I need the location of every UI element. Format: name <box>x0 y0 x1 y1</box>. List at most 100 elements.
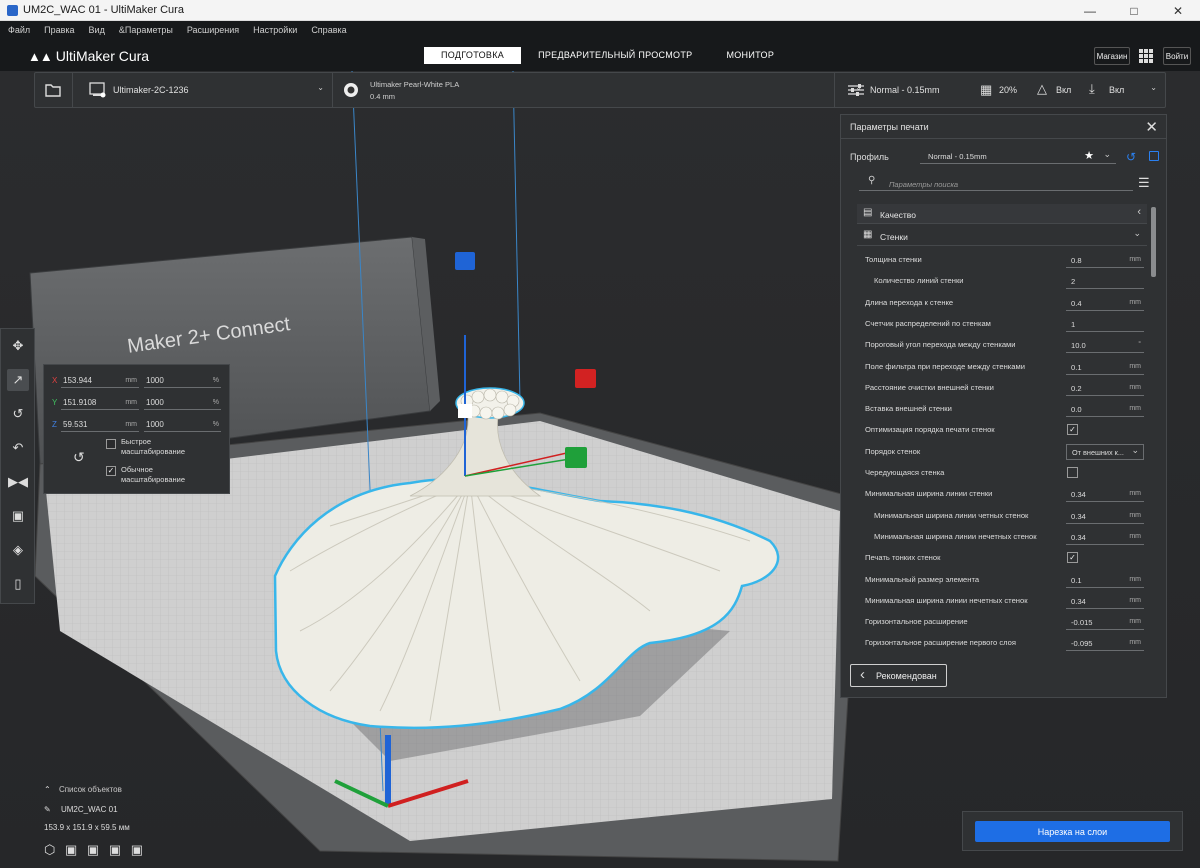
slice-button[interactable]: Нарезка на слои <box>975 821 1170 842</box>
axis-y-label: Y <box>52 398 58 407</box>
setting-input[interactable]: 2 <box>1066 272 1144 290</box>
menu-settings[interactable]: &Параметры <box>119 25 173 35</box>
chevron-down-icon: ⌄ <box>317 83 324 92</box>
gizmo-y-handle <box>565 447 587 468</box>
object-list-header: Список объектов <box>58 785 122 794</box>
setting-input[interactable]: -0.015 mm <box>1066 613 1144 631</box>
open-file-button[interactable] <box>35 73 73 107</box>
setting-value: -0.015 <box>1071 618 1093 628</box>
object-name-row[interactable]: ✎ UM2C_WAC 01 <box>44 805 118 814</box>
view-front-icon[interactable]: ▣ <box>65 842 77 857</box>
minimize-button[interactable]: — <box>1068 0 1112 21</box>
object-list-toggle[interactable]: ⌃ Список объектов <box>44 785 122 794</box>
menu-preferences[interactable]: Настройки <box>253 25 297 35</box>
setting-input[interactable]: 0.8 mm <box>1066 251 1144 268</box>
view-top-icon[interactable]: ▣ <box>87 842 99 857</box>
setting-value: 0.1 <box>1071 575 1082 585</box>
category-quality[interactable]: ▤ Качество ‹ <box>857 204 1147 224</box>
scale-y-pct-input[interactable]: 1000% <box>144 396 221 410</box>
scale-x-mm-input[interactable]: 153.944 mm <box>61 374 139 388</box>
cylinder-icon[interactable]: ▯ <box>7 573 29 595</box>
setting-checkbox[interactable]: ✓ <box>1067 424 1078 436</box>
signin-button[interactable]: Войти <box>1163 47 1191 65</box>
tab-monitor[interactable]: МОНИТОР <box>709 47 791 64</box>
settings-menu-icon[interactable]: ☰ <box>1138 175 1150 191</box>
setting-input[interactable]: 1 <box>1066 315 1144 332</box>
tab-preview[interactable]: ПРЕДВАРИТЕЛЬНЫЙ ПРОСМОТР <box>521 47 709 64</box>
scale-y-mm-input[interactable]: 151.9108 mm <box>61 396 139 410</box>
print-settings-panel: Параметры печати ✕ Профиль Normal - 0.15… <box>840 114 1167 698</box>
setting-select[interactable]: От внешних к... ⌄ <box>1066 443 1144 460</box>
setting-input[interactable]: -0.095 mm <box>1066 634 1144 652</box>
tab-prepare[interactable]: ПОДГОТОВКА <box>424 47 522 64</box>
settings-search-input[interactable]: ⚲ Параметры поиска <box>859 175 1133 191</box>
uniform-scaling-checkbox[interactable]: ✓ <box>106 466 116 476</box>
move-tool-icon[interactable]: ✥ <box>7 335 29 357</box>
setting-input[interactable]: 0.34 mm <box>1066 485 1144 503</box>
setting-input[interactable]: 0.4 mm <box>1066 294 1144 311</box>
setting-input[interactable]: 0.1 mm <box>1066 358 1144 375</box>
save-profile-icon[interactable] <box>1149 151 1159 161</box>
printer-selector[interactable]: Ultimaker-2C-1236 ⌄ <box>79 73 333 107</box>
setting-input[interactable]: 0.2 mm <box>1066 379 1144 396</box>
apps-grid-icon[interactable] <box>1139 49 1153 63</box>
panel-header: Параметры печати ✕ <box>841 115 1166 139</box>
menu-help[interactable]: Справка <box>311 25 346 35</box>
marketplace-button[interactable]: Магазин <box>1094 47 1130 65</box>
recommended-button[interactable]: ‹ Рекомендован <box>850 664 947 687</box>
view-3d-icon[interactable]: ⬡ <box>44 842 55 857</box>
close-icon[interactable]: ✕ <box>1145 118 1158 136</box>
setting-label: Порядок стенок <box>865 446 921 456</box>
setting-input[interactable]: 0.34 mm <box>1066 507 1144 524</box>
support-blocker-icon[interactable]: ◈ <box>7 539 29 561</box>
menu-view[interactable]: Вид <box>89 25 105 35</box>
per-model-settings-icon[interactable]: ▣ <box>7 505 29 527</box>
setting-input[interactable]: 0.0 mm <box>1066 400 1144 418</box>
setting-checkbox[interactable] <box>1067 467 1078 478</box>
material-selector[interactable]: Ultimaker Pearl-White PLA 0.4 mm ⌄ <box>335 73 862 107</box>
folder-icon <box>45 84 61 97</box>
setting-input[interactable]: 10.0 ° <box>1066 336 1144 354</box>
view-left-icon[interactable]: ▣ <box>109 842 121 857</box>
setting-label: Печать тонких стенок <box>865 553 941 563</box>
close-window-button[interactable]: ✕ <box>1156 0 1200 21</box>
settings-scrollbar[interactable] <box>1151 207 1156 277</box>
chevron-down-icon: ⌄ <box>1133 228 1141 238</box>
snap-scaling-label: Быстрое масштабирование <box>121 437 186 456</box>
profile-dropdown[interactable]: Normal - 0.15mm ★ ⌄ <box>920 148 1116 164</box>
chevron-left-icon: ‹ <box>860 666 865 683</box>
setting-value: 0.34 <box>1071 532 1086 542</box>
reset-rotation-icon[interactable]: ↶ <box>7 437 29 459</box>
reset-scale-icon[interactable]: ↺ <box>73 449 85 466</box>
quality-icon: ▤ <box>863 207 873 218</box>
star-icon[interactable]: ★ <box>1084 149 1094 162</box>
menu-edit[interactable]: Правка <box>44 25 74 35</box>
window-title: UM2C_WAC 01 - UltiMaker Cura <box>23 4 184 16</box>
left-toolbar: ✥ ↗ ↺ ↶ ▶◀ ▣ ◈ ▯ <box>0 328 35 604</box>
scale-x-pct-input[interactable]: 1000% <box>144 374 221 388</box>
menu-extensions[interactable]: Расширения <box>187 25 239 35</box>
print-settings-selector[interactable]: Normal - 0.15mm ▦ 20% △ Вкл ⤓ Вкл ⌄ <box>837 73 1167 107</box>
setting-unit: ° <box>1138 341 1141 349</box>
menu-file[interactable]: Файл <box>8 25 30 35</box>
scale-z-pct-input[interactable]: 1000% <box>144 418 221 432</box>
printer-icon <box>89 82 106 98</box>
reset-profile-icon[interactable]: ↺ <box>1126 150 1136 164</box>
setting-input[interactable]: 0.34 mm <box>1066 528 1144 545</box>
sliders-icon <box>848 84 864 96</box>
mirror-tool-icon[interactable]: ▶◀ <box>7 471 29 493</box>
setting-checkbox[interactable]: ✓ <box>1067 552 1078 564</box>
maximize-button[interactable]: □ <box>1112 0 1156 21</box>
setting-row: Минимальная ширина линии стенки 0.34 mm <box>841 483 1144 504</box>
setting-input[interactable]: 0.1 mm <box>1066 571 1144 588</box>
snap-scaling-checkbox[interactable] <box>106 439 116 449</box>
scale-z-mm-input[interactable]: 59.531 mm <box>61 418 139 432</box>
scale-tool-icon[interactable]: ↗ <box>7 369 29 391</box>
setting-label: Чередующаяся стенка <box>865 468 945 477</box>
view-right-icon[interactable]: ▣ <box>131 842 143 857</box>
setting-input[interactable]: 0.34 mm <box>1066 592 1144 609</box>
category-walls[interactable]: ▦ Стенки ⌄ <box>857 226 1147 246</box>
infill-value: 20% <box>999 85 1018 95</box>
profile-name: Normal - 0.15mm <box>870 85 940 95</box>
rotate-tool-icon[interactable]: ↺ <box>7 403 29 425</box>
